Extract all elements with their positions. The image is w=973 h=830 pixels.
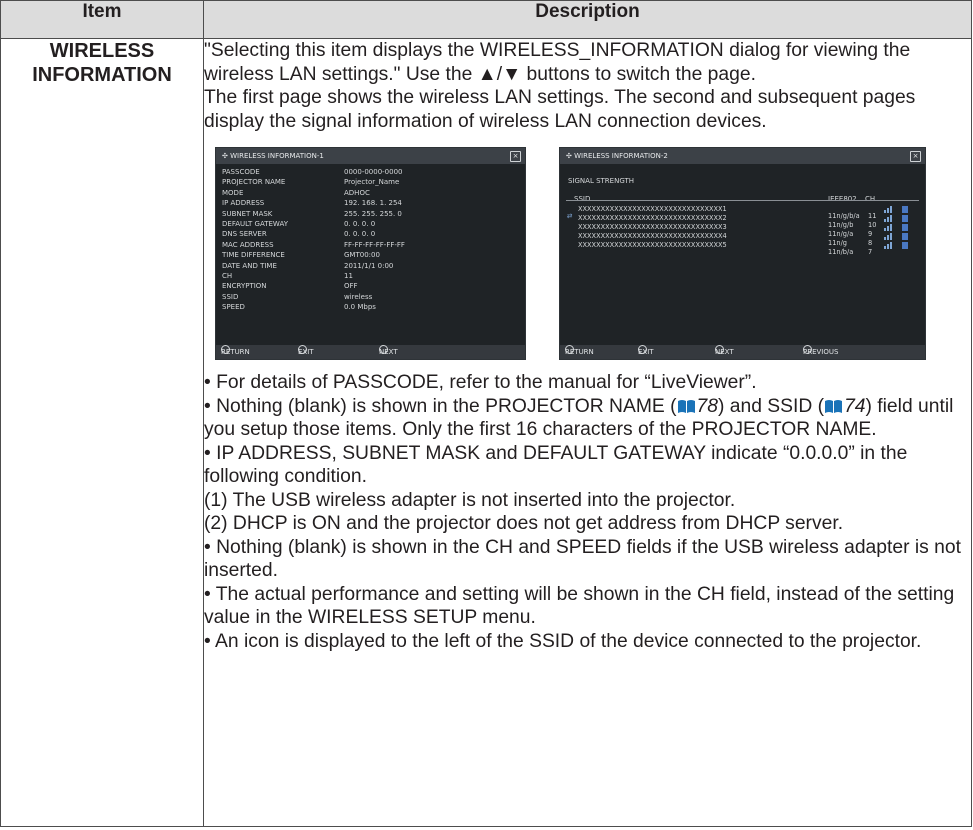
dialog2-titlebar: ✣ WIRELESS INFORMATION-2 × xyxy=(560,148,925,164)
setting-row: SSID wireless xyxy=(222,292,405,302)
item-name-line2: INFORMATION xyxy=(32,64,172,86)
setting-row: MAC ADDRESS FF-FF-FF-FF-FF-FF xyxy=(222,240,405,250)
header-description: Description xyxy=(203,0,972,39)
device-type-icon xyxy=(902,206,908,213)
setting-row: IP ADDRESS 192. 168. 1. 254 xyxy=(222,198,405,208)
setting-row: SPEED 0.0 Mbps xyxy=(222,302,405,312)
setting-key: MAC ADDRESS xyxy=(222,240,274,249)
note-ip: • IP ADDRESS, SUBNET MASK and DEFAULT GA… xyxy=(204,442,908,488)
note-condition-2: (2) DHCP is ON and the projector does no… xyxy=(204,513,844,534)
setting-key: PASSCODE xyxy=(222,168,260,176)
device-ssid: XXXXXXXXXXXXXXXXXXXXXXXXXXXXXXXX3 xyxy=(578,223,727,231)
header-item: Item xyxy=(0,0,204,39)
connected-device-icon: ⇄ xyxy=(567,212,573,220)
dialog1-titlebar: ✣ WIRELESS INFORMATION-1 × xyxy=(216,148,525,164)
setting-value: 255. 255. 255. 0 xyxy=(344,209,402,218)
setting-value: ADHOC xyxy=(344,188,370,197)
page-ref-74[interactable]: 74 xyxy=(844,396,865,417)
setting-value: OFF xyxy=(344,282,358,291)
device-type-icon xyxy=(902,215,908,222)
close-icon[interactable]: × xyxy=(510,151,521,162)
manual-book-icon xyxy=(825,399,843,413)
setting-row: PASSCODE 0000-0000-0000 xyxy=(222,167,405,177)
device-type-icon xyxy=(902,242,908,249)
description-table: Item Description WIRELESS INFORMATION "S… xyxy=(0,0,972,827)
setting-value: 11 xyxy=(344,272,353,281)
notes: • For details of PASSCODE, refer to the … xyxy=(204,371,971,653)
wireless-info-dialog-2: ✣ WIRELESS INFORMATION-2 × SIGNAL STRENG… xyxy=(559,147,926,360)
page-ref-78[interactable]: 78 xyxy=(697,396,718,417)
device-ssid: XXXXXXXXXXXXXXXXXXXXXXXXXXXXXXXX2 xyxy=(578,214,727,222)
setting-value: 192. 168. 1. 254 xyxy=(344,199,402,208)
device-ieee: 11n/b/a xyxy=(828,248,854,256)
setting-key: SPEED xyxy=(222,303,245,312)
setting-key: DNS SERVER xyxy=(222,230,267,239)
device-type-icon xyxy=(902,233,908,240)
dialog1-settings-list: PASSCODE 0000-0000-0000 PROJECTOR NAME Proj… xyxy=(222,167,405,313)
setting-value: 0.0 Mbps xyxy=(344,303,376,312)
setting-key: MODE xyxy=(222,188,244,197)
setting-row: TIME DIFFERENCE GMT00:00 xyxy=(222,250,405,260)
dialog2-footer: RETURN EXIT NEXT PREVIOUS xyxy=(560,345,925,359)
setting-value: 2011/1/1 0:00 xyxy=(344,261,394,270)
note-condition-1: (1) The USB wireless adapter is not inse… xyxy=(204,489,736,511)
note-actual: • The actual performance and setting wil… xyxy=(204,583,955,629)
device-ssid: XXXXXXXXXXXXXXXXXXXXXXXXXXXXXXXX5 xyxy=(578,241,727,249)
signal-bars-icon xyxy=(884,242,892,249)
setting-row: ENCRYPTION OFF xyxy=(222,281,405,291)
dialog1-title: WIRELESS INFORMATION-1 xyxy=(230,152,324,160)
intro-paragraph-1: "Selecting this item displays the WIRELE… xyxy=(204,40,911,85)
setting-row: CH 11 xyxy=(222,271,405,281)
note-blank-name: • Nothing (blank) is shown in the PROJEC… xyxy=(204,395,954,441)
setting-key: SUBNET MASK xyxy=(222,209,273,218)
setting-key: DATE AND TIME xyxy=(222,261,277,270)
setting-value: Projector_Name xyxy=(344,178,400,187)
setting-key: SSID xyxy=(222,292,239,301)
dialog2-title: WIRELESS INFORMATION-2 xyxy=(574,152,668,160)
setting-row: PROJECTOR NAME Projector_Name xyxy=(222,177,405,187)
item-cell: WIRELESS INFORMATION xyxy=(0,38,204,827)
setting-value: wireless xyxy=(344,292,373,301)
device-ssid: XXXXXXXXXXXXXXXXXXXXXXXXXXXXXXXX4 xyxy=(578,232,727,240)
setting-key: PROJECTOR NAME xyxy=(222,178,286,187)
setting-key: TIME DIFFERENCE xyxy=(222,251,285,260)
setting-value: 0. 0. 0. 0 xyxy=(344,220,376,229)
setting-key: CH xyxy=(222,272,233,281)
setting-value: 0. 0. 0. 0 xyxy=(344,230,376,239)
setting-row: DATE AND TIME 2011/1/1 0:00 xyxy=(222,261,405,271)
note-passcode: • For details of PASSCODE, refer to the … xyxy=(204,372,757,393)
intro-paragraph-2: The first page shows the wireless LAN se… xyxy=(204,87,916,132)
signal-bars-icon xyxy=(884,233,892,240)
close-icon[interactable]: × xyxy=(910,151,921,162)
manual-book-icon xyxy=(677,399,695,413)
setting-value: 0000-0000-0000 xyxy=(344,168,403,176)
setting-value: FF-FF-FF-FF-FF-FF xyxy=(344,240,405,249)
signal-bars-icon xyxy=(884,224,892,231)
signal-bars-icon xyxy=(884,206,892,213)
wireless-info-dialog-1: ✣ WIRELESS INFORMATION-1 × PASSCODE 0000-… xyxy=(215,147,526,360)
signal-bars-icon xyxy=(884,215,892,222)
dialog1-footer: RETURN EXIT NEXT xyxy=(216,345,525,359)
item-name-line1: WIRELESS xyxy=(49,40,155,62)
screenshots: ✣ WIRELESS INFORMATION-1 × PASSCODE 0000-… xyxy=(204,133,971,365)
setting-row: MODE ADHOC xyxy=(222,188,405,198)
network-icon: ✣ xyxy=(222,152,231,160)
setting-key: ENCRYPTION xyxy=(222,282,267,291)
note-ch-speed: • Nothing (blank) is shown in the CH and… xyxy=(204,536,961,582)
device-ssid: XXXXXXXXXXXXXXXXXXXXXXXXXXXXXXXX1 xyxy=(578,205,727,213)
device-type-icon xyxy=(902,224,908,231)
setting-key: IP ADDRESS xyxy=(222,199,265,208)
setting-row: SUBNET MASK 255. 255. 255. 0 xyxy=(222,209,405,219)
setting-value: GMT00:00 xyxy=(344,251,380,260)
header-divider xyxy=(566,200,919,201)
setting-row: DEFAULT GATEWAY 0. 0. 0. 0 xyxy=(222,219,405,229)
description-cell: "Selecting this item displays the WIRELE… xyxy=(203,38,972,827)
note-icon: • An icon is displayed to the left of th… xyxy=(204,630,922,652)
device-ch: 7 xyxy=(868,248,873,256)
setting-key: DEFAULT GATEWAY xyxy=(222,220,288,229)
network-icon: ✣ xyxy=(566,152,575,160)
setting-row: DNS SERVER 0. 0. 0. 0 xyxy=(222,229,405,239)
